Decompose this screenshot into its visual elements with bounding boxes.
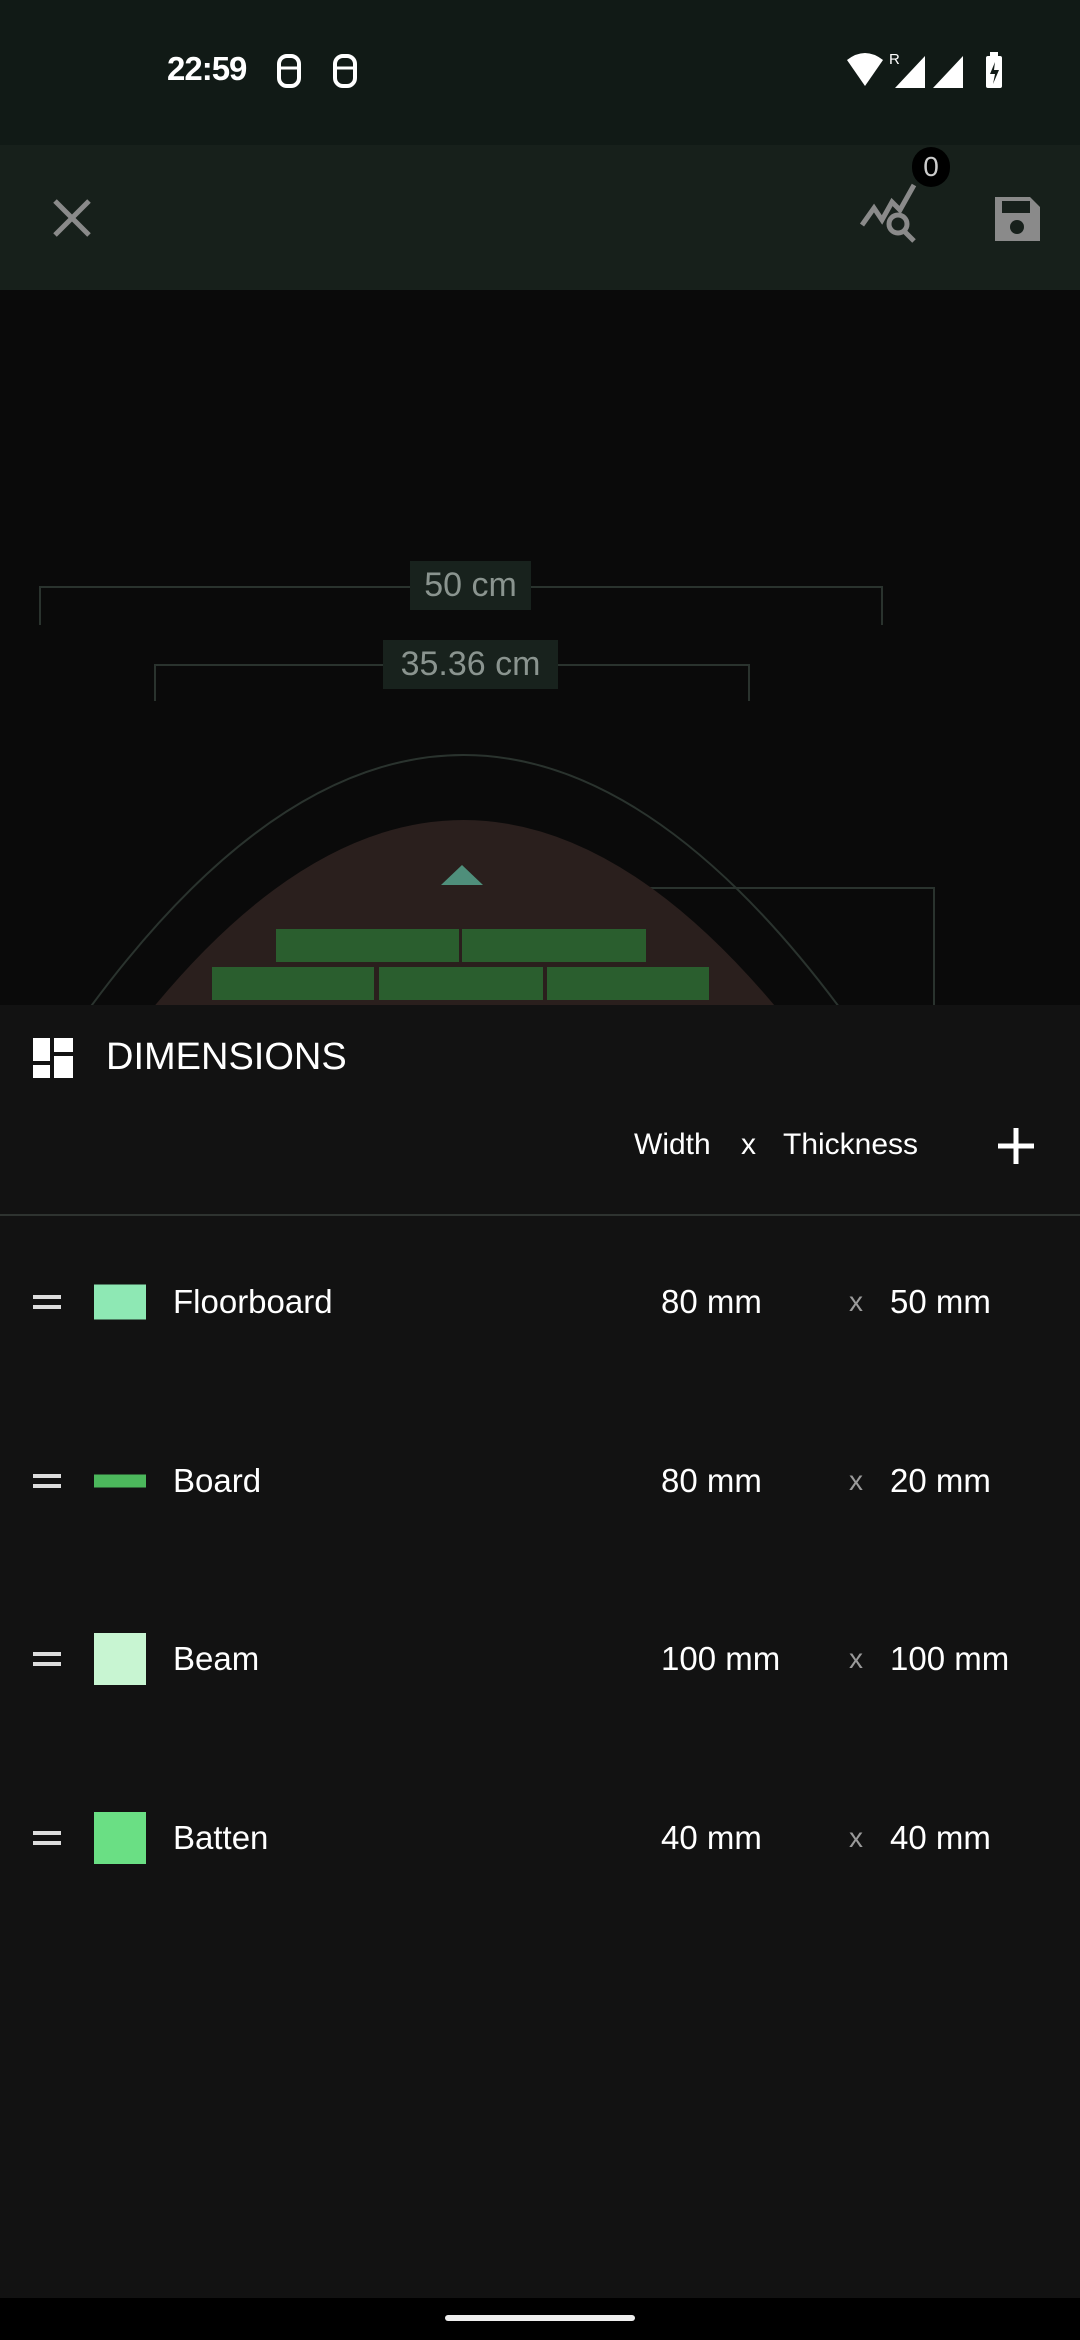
badge-count: 0 [912, 147, 950, 187]
item-separator: x [849, 1286, 863, 1317]
drag-handle-icon[interactable] [33, 1474, 61, 1488]
dimensions-panel: DIMENSIONS Width x Thickness Floorboard … [0, 1005, 1080, 2298]
dimension-label-inner: 35.36 cm [383, 640, 558, 689]
drag-handle-icon[interactable] [33, 1295, 61, 1309]
list-item-beam[interactable]: Beam 100 mm x 100 mm [0, 1629, 1080, 1689]
item-thickness[interactable]: 50 mm [890, 1283, 991, 1321]
item-name: Batten [173, 1819, 269, 1856]
item-separator: x [849, 1643, 863, 1674]
toolbar: 0 [0, 145, 1080, 290]
item-thickness[interactable]: 40 mm [890, 1819, 991, 1857]
column-thickness: Thickness [783, 1128, 919, 1161]
close-icon[interactable] [52, 198, 92, 238]
list-item-floorboard[interactable]: Floorboard 80 mm x 50 mm [0, 1272, 1080, 1332]
system-status-icons: R [847, 51, 1002, 88]
signal-icon [933, 56, 963, 88]
drag-handle-icon[interactable] [33, 1652, 61, 1666]
list-item-batten[interactable]: Batten 40 mm x 40 mm [0, 1808, 1080, 1868]
notification-icon [277, 54, 357, 88]
save-icon[interactable] [992, 194, 1042, 244]
item-separator: x [849, 1465, 863, 1496]
status-bar: 22:59 R [0, 0, 1080, 145]
color-swatch[interactable] [94, 1284, 146, 1320]
home-handle[interactable] [445, 2315, 635, 2321]
divider [0, 1214, 1080, 1216]
column-width: Width [634, 1128, 711, 1161]
item-thickness[interactable]: 20 mm [890, 1462, 991, 1500]
roaming-indicator: R [889, 51, 900, 68]
list-item-board[interactable]: Board 80 mm x 20 mm [0, 1451, 1080, 1511]
drag-handle-icon[interactable] [33, 1831, 61, 1845]
color-swatch[interactable] [94, 1474, 146, 1488]
item-name: Beam [173, 1640, 260, 1677]
item-separator: x [849, 1822, 863, 1853]
color-swatch[interactable] [94, 1633, 146, 1685]
brick [276, 929, 459, 962]
plus-icon[interactable] [996, 1126, 1036, 1166]
dashboard-icon [33, 1038, 73, 1078]
item-width[interactable]: 40 mm [661, 1819, 762, 1857]
item-name: Board [173, 1462, 262, 1499]
brick [462, 929, 646, 962]
drawing-canvas[interactable]: 50 cm 35.36 cm [0, 290, 1080, 1005]
item-thickness[interactable]: 100 mm [890, 1640, 1009, 1678]
item-width[interactable]: 80 mm [661, 1462, 762, 1500]
dimension-label-outer: 50 cm [410, 561, 531, 610]
item-width[interactable]: 100 mm [661, 1640, 780, 1678]
brick [379, 967, 543, 1000]
navigation-bar [0, 2298, 1080, 2340]
brick [212, 967, 374, 1000]
panel-title: DIMENSIONS [106, 1036, 347, 1078]
status-time: 22:59 [167, 50, 247, 87]
wifi-icon [847, 53, 883, 86]
column-separator: x [741, 1128, 756, 1161]
chart-search-icon[interactable] [860, 180, 930, 245]
item-width[interactable]: 80 mm [661, 1283, 762, 1321]
item-name: Floorboard [173, 1283, 333, 1320]
brick [547, 967, 709, 1000]
color-swatch[interactable] [94, 1812, 146, 1864]
